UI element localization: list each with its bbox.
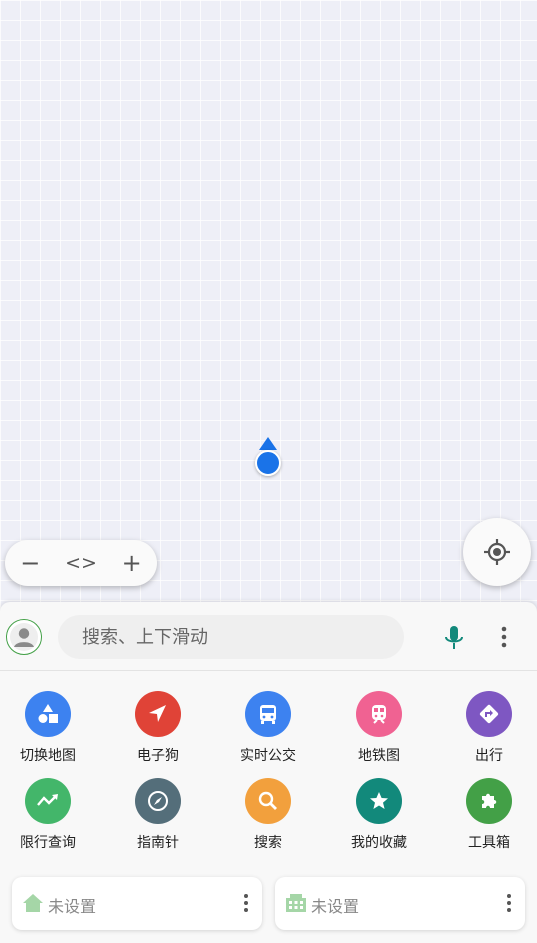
zoom-out-button[interactable]: −: [10, 549, 50, 577]
tool-label: 我的收藏: [351, 835, 407, 851]
tool-travel[interactable]: 出行: [439, 691, 537, 765]
tool-label: 出行: [475, 748, 503, 764]
more-options-button[interactable]: [494, 624, 514, 650]
avatar[interactable]: [6, 619, 42, 655]
tool-label: 电子狗: [137, 748, 179, 764]
directions-icon: [466, 691, 512, 737]
work-more-icon[interactable]: [503, 892, 515, 914]
tool-label: 搜索: [254, 835, 282, 851]
tool-toolbox[interactable]: 工具箱: [439, 778, 537, 852]
tool-switch-map[interactable]: 切换地图: [0, 691, 98, 765]
zoom-in-button[interactable]: +: [112, 549, 152, 577]
more-vertical-icon: [501, 626, 507, 648]
search-row: [0, 602, 537, 671]
tool-search[interactable]: 搜索: [218, 778, 318, 852]
user-icon: [10, 623, 38, 651]
tool-label: 实时公交: [240, 748, 296, 764]
home-label: 未设置: [48, 897, 97, 916]
compass-icon: [135, 778, 181, 824]
tool-label: 限行查询: [20, 835, 76, 851]
home-more-icon[interactable]: [240, 892, 252, 914]
voice-search-button[interactable]: [441, 623, 467, 653]
microphone-icon: [445, 626, 463, 649]
crosshair-icon: [484, 539, 510, 565]
work-label: 未设置: [311, 897, 360, 916]
home-icon: [23, 894, 43, 912]
navigation-arrow-icon: [135, 691, 181, 737]
tool-subway-map[interactable]: 地铁图: [329, 691, 429, 765]
tool-label: 工具箱: [468, 835, 510, 851]
work-shortcut-card[interactable]: 未设置: [275, 877, 525, 930]
office-building-icon: [286, 894, 306, 912]
subway-icon: [356, 691, 402, 737]
tool-compass[interactable]: 指南针: [108, 778, 208, 852]
bottom-panel: 切换地图 电子狗 实时公交: [0, 602, 537, 943]
star-icon: [356, 778, 402, 824]
tool-realtime-bus[interactable]: 实时公交: [218, 691, 318, 765]
map-view[interactable]: [0, 0, 537, 620]
zoom-control: − <> +: [5, 540, 157, 586]
home-shortcut-card[interactable]: 未设置: [12, 877, 262, 930]
shapes-icon: [25, 691, 71, 737]
current-location-marker: [253, 437, 283, 479]
tool-my-favorites[interactable]: 我的收藏: [329, 778, 429, 852]
tool-electronic-dog[interactable]: 电子狗: [108, 691, 208, 765]
search-input[interactable]: [58, 615, 404, 659]
puzzle-icon: [466, 778, 512, 824]
my-location-button[interactable]: [463, 518, 531, 586]
tool-traffic-restriction[interactable]: 限行查询: [0, 778, 98, 852]
tool-label: 切换地图: [20, 748, 76, 764]
code-toggle-button[interactable]: <>: [61, 552, 101, 574]
tool-label: 地铁图: [358, 748, 400, 764]
tool-label: 指南针: [137, 835, 179, 851]
bus-icon: [245, 691, 291, 737]
search-icon: [245, 778, 291, 824]
trend-icon: [25, 778, 71, 824]
